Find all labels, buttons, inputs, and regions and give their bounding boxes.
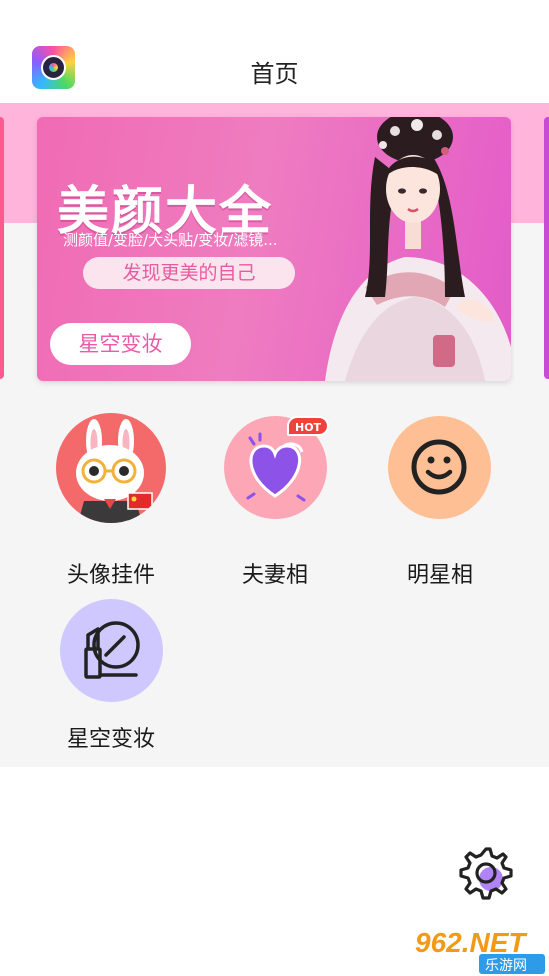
previous-banner-peek[interactable] (0, 117, 4, 379)
svg-text:乐游网: 乐游网 (485, 958, 527, 974)
bunny-avatar-icon (56, 413, 166, 523)
ancient-beauty-illustration (325, 117, 511, 381)
gear-icon[interactable] (459, 846, 513, 900)
banner-carousel[interactable]: 美颜大全 测颜值/变脸/大头贴/变妆/滤镜... 发现更美的自己 星空变妆 (0, 103, 549, 393)
banner-slide[interactable]: 美颜大全 测颜值/变脸/大头贴/变妆/滤镜... 发现更美的自己 星空变妆 (37, 117, 511, 381)
home-screen: 首页 美颜大全 测颜值/变脸/大头贴/变妆/滤镜... 发现更美的自己 星空变妆 (0, 0, 549, 976)
makeup-icon (60, 599, 163, 702)
watermark-logo: 962.NET 乐游网 (409, 926, 549, 976)
top-bar: 首页 (0, 0, 549, 103)
feature-label: 夫妻相 (241, 563, 308, 588)
feature-grid: 头像挂件 HOT 夫妻相 明星相 星空变妆 (0, 393, 549, 767)
hot-badge: HOT (287, 416, 330, 436)
starry-makeup-button[interactable]: 星空变妆 (50, 323, 191, 365)
smiley-icon (388, 416, 491, 519)
banner-subtitle: 测颜值/变脸/大头贴/变妆/滤镜... (63, 231, 278, 249)
page-title: 首页 (250, 60, 299, 88)
svg-text:962.NET: 962.NET (415, 927, 528, 958)
next-banner-peek[interactable] (544, 117, 549, 379)
feature-label: 明星相 (406, 563, 473, 588)
banner-slogan: 发现更美的自己 (83, 257, 295, 289)
feature-label: 头像挂件 (66, 563, 155, 588)
feature-label: 星空变妆 (66, 727, 155, 752)
